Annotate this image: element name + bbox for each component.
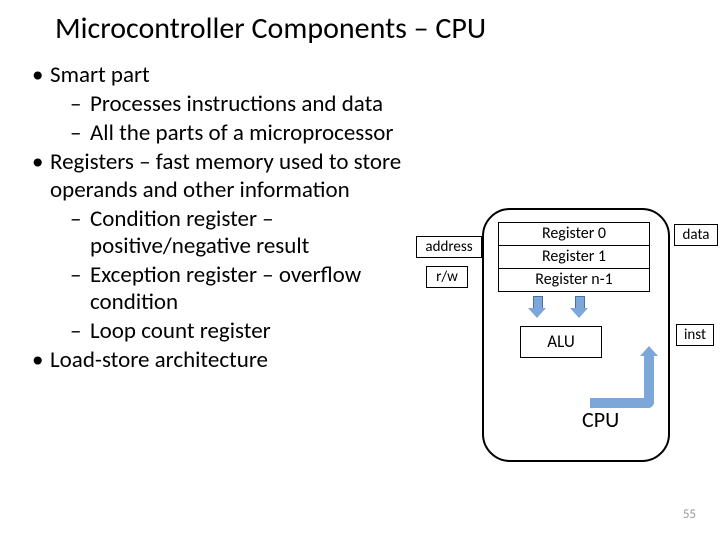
- alu-box: ALU: [520, 326, 602, 358]
- arrow-feedback-icon: [590, 356, 654, 408]
- register-stack: Register 0 Register 1 Register n-1: [498, 222, 650, 292]
- bullet-list: Smart part Processes instructions and da…: [32, 60, 412, 374]
- io-inst-box: inst: [676, 324, 714, 346]
- list-item: Condition register – positive/negative r…: [50, 206, 412, 260]
- io-rw-box: r/w: [426, 266, 468, 288]
- slide-title: Microcontroller Components – CPU: [55, 10, 486, 47]
- register-row: Register 0: [498, 222, 650, 245]
- slide: Microcontroller Components – CPU Smart p…: [0, 0, 720, 540]
- list-item: Exception register – overflow condition: [50, 262, 412, 316]
- cpu-diagram: Register 0 Register 1 Register n-1 ALU C…: [420, 196, 710, 476]
- io-data-box: data: [674, 224, 718, 246]
- io-address-box: address: [416, 236, 482, 258]
- page-number: 55: [683, 507, 696, 522]
- register-row: Register 1: [498, 245, 650, 268]
- cpu-label: CPU: [582, 406, 619, 433]
- arrow-down-icon: [570, 296, 588, 318]
- register-row: Register n-1: [498, 268, 650, 292]
- list-item: Loop count register: [50, 318, 412, 345]
- list-item: Smart part: [32, 62, 412, 89]
- list-item: All the parts of a microprocessor: [50, 120, 412, 147]
- list-item: Load-store architecture: [32, 347, 412, 374]
- list-item: Processes instructions and data: [50, 91, 412, 118]
- list-item: Registers – fast memory used to store op…: [32, 149, 412, 203]
- arrow-down-icon: [528, 296, 546, 318]
